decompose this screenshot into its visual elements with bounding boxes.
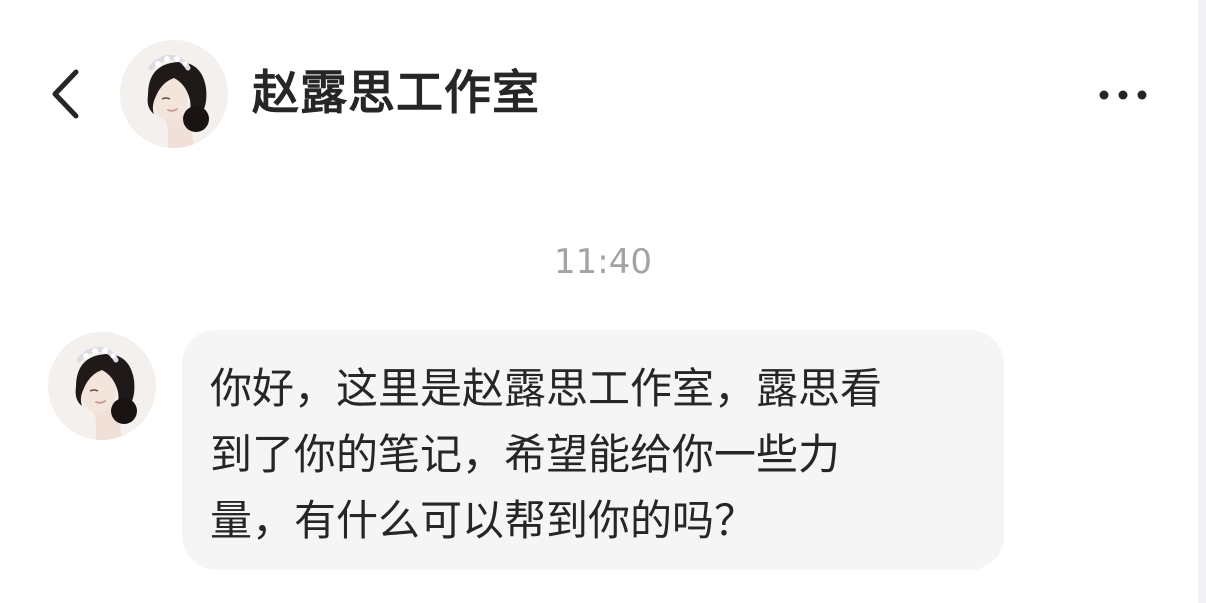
sender-avatar[interactable] [48,332,156,440]
avatar[interactable] [120,40,228,148]
more-horizontal-icon [1099,90,1147,100]
message-line: 量，有什么可以帮到你的吗？ [210,496,757,545]
chat-header: 赵露思工作室 [0,0,1206,190]
profile-avatar [48,332,156,440]
message-line: 你好，这里是赵露思工作室，露思看 [210,364,883,413]
chevron-left-icon [52,69,79,119]
message-timestamp: 11:40 [554,242,652,282]
back-button[interactable] [38,62,94,126]
message-line: 到了你的笔记，希望能给你一些力 [210,430,841,479]
more-button[interactable] [1094,80,1152,110]
message-text: 你好，这里是赵露思工作室，露思看 到了你的笔记，希望能给你一些力 量，有什么可以… [210,356,990,554]
incoming-message-bubble[interactable]: 你好，这里是赵露思工作室，露思看 到了你的笔记，希望能给你一些力 量，有什么可以… [182,330,1004,570]
profile-avatar [120,40,228,148]
page-title: 赵露思工作室 [252,66,540,121]
